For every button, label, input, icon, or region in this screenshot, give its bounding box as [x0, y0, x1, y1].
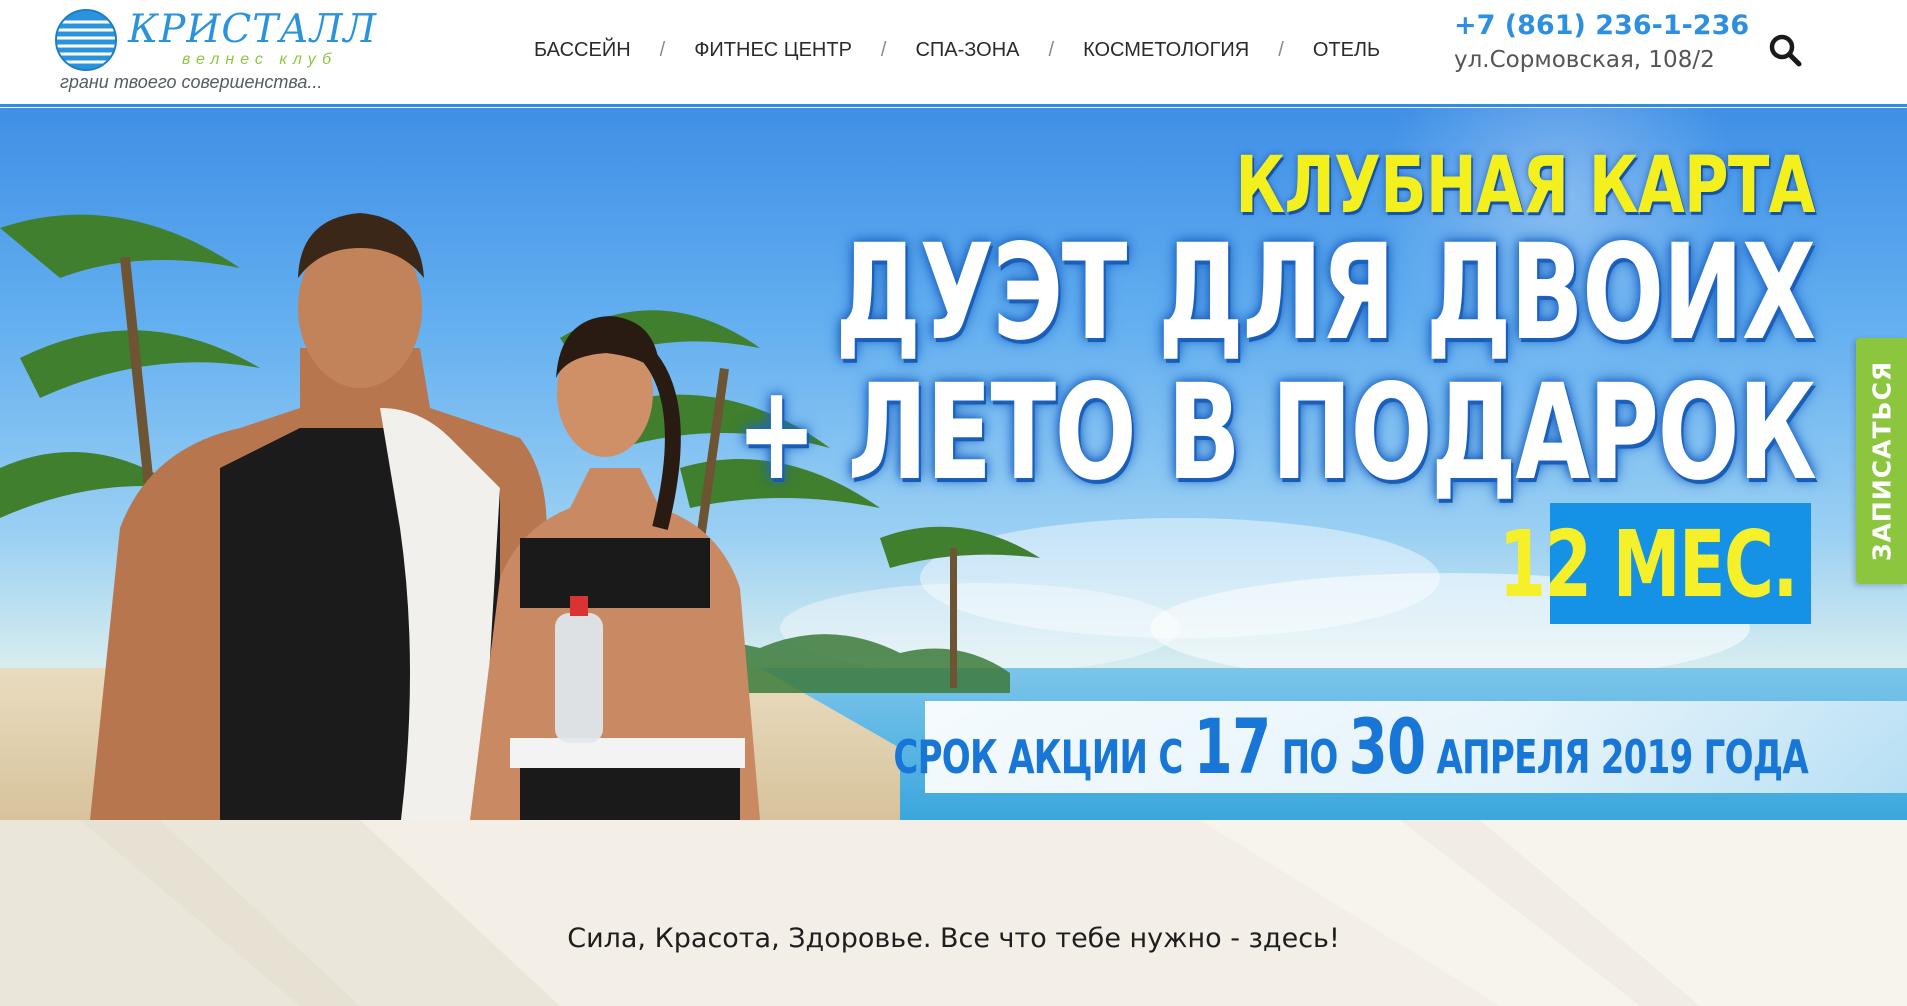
search-button[interactable] — [1767, 32, 1805, 70]
period-from: 17 — [1193, 702, 1272, 791]
nav-separator: / — [880, 38, 887, 61]
tagline-text: Сила, Красота, Здоровье. Все что тебе ну… — [567, 923, 1340, 954]
period-prefix: СРОК АКЦИИ С — [893, 730, 1183, 784]
brand-name: КРИСТАЛЛ — [128, 7, 377, 52]
nav-item-fitness[interactable]: ФИТНЕС ЦЕНТР — [694, 39, 852, 62]
promo-headline: ДУЭТ ДЛЯ ДВОИХ — [835, 216, 1817, 370]
logo[interactable]: КРИСТАЛЛ велнес клуб грани твоего соверш… — [52, 6, 376, 96]
address: ул.Сормовская, 108/2 — [1454, 47, 1715, 73]
promo-period: СРОК АКЦИИ С 17 ПО 30 АПРЕЛЯ 2019 ГОДА — [893, 709, 1809, 791]
main-nav: БАССЕЙН / ФИТНЕС ЦЕНТР / СПА-ЗОНА / КОСМ… — [534, 37, 1380, 63]
contact-block: +7 (861) 236-1-236 ул.Сормовская, 108/2 — [1454, 10, 1749, 73]
period-to: 30 — [1348, 702, 1427, 791]
period-by: ПО — [1281, 730, 1339, 784]
nav-item-pool[interactable]: БАССЕЙН — [534, 39, 631, 62]
crystal-logo-icon — [55, 9, 117, 71]
woman-figure — [470, 316, 760, 820]
signup-tab-button[interactable]: ЗАПИСАТЬСЯ — [1856, 338, 1907, 584]
search-icon — [1769, 34, 1802, 67]
nav-separator: / — [659, 38, 666, 61]
nav-item-spa[interactable]: СПА-ЗОНА — [915, 39, 1019, 62]
duration-badge: 12 МЕС. — [1499, 503, 1811, 624]
duration-text: 12 МЕС. — [1498, 511, 1799, 618]
signup-label: ЗАПИСАТЬСЯ — [1867, 360, 1896, 562]
tagline-background — [0, 820, 1907, 1006]
brand-subtitle: велнес клуб — [182, 51, 338, 68]
site-header: КРИСТАЛЛ велнес клуб грани твоего соверш… — [0, 0, 1907, 107]
phone-link[interactable]: +7 (861) 236-1-236 — [1454, 10, 1749, 41]
brand-slogan: грани твоего совершенства... — [60, 72, 323, 92]
nav-separator: / — [1048, 38, 1055, 61]
tagline-section: Сила, Красота, Здоровье. Все что тебе ну… — [0, 820, 1907, 1006]
promo-bonus: + ЛЕТО В ПОДАРОК — [735, 356, 1817, 510]
nav-item-hotel[interactable]: ОТЕЛЬ — [1313, 39, 1380, 62]
nav-item-cosmetology[interactable]: КОСМЕТОЛОГИЯ — [1083, 39, 1249, 62]
nav-separator: / — [1278, 38, 1284, 61]
period-suffix: АПРЕЛЯ 2019 ГОДА — [1436, 730, 1809, 784]
promo-period-bar: СРОК АКЦИИ С 17 ПО 30 АПРЕЛЯ 2019 ГОДА — [893, 701, 1907, 793]
man-figure — [90, 213, 547, 820]
promo-banner[interactable]: КЛУБНАЯ КАРТА ДУЭТ ДЛЯ ДВОИХ + ЛЕТО В ПО… — [0, 108, 1907, 820]
